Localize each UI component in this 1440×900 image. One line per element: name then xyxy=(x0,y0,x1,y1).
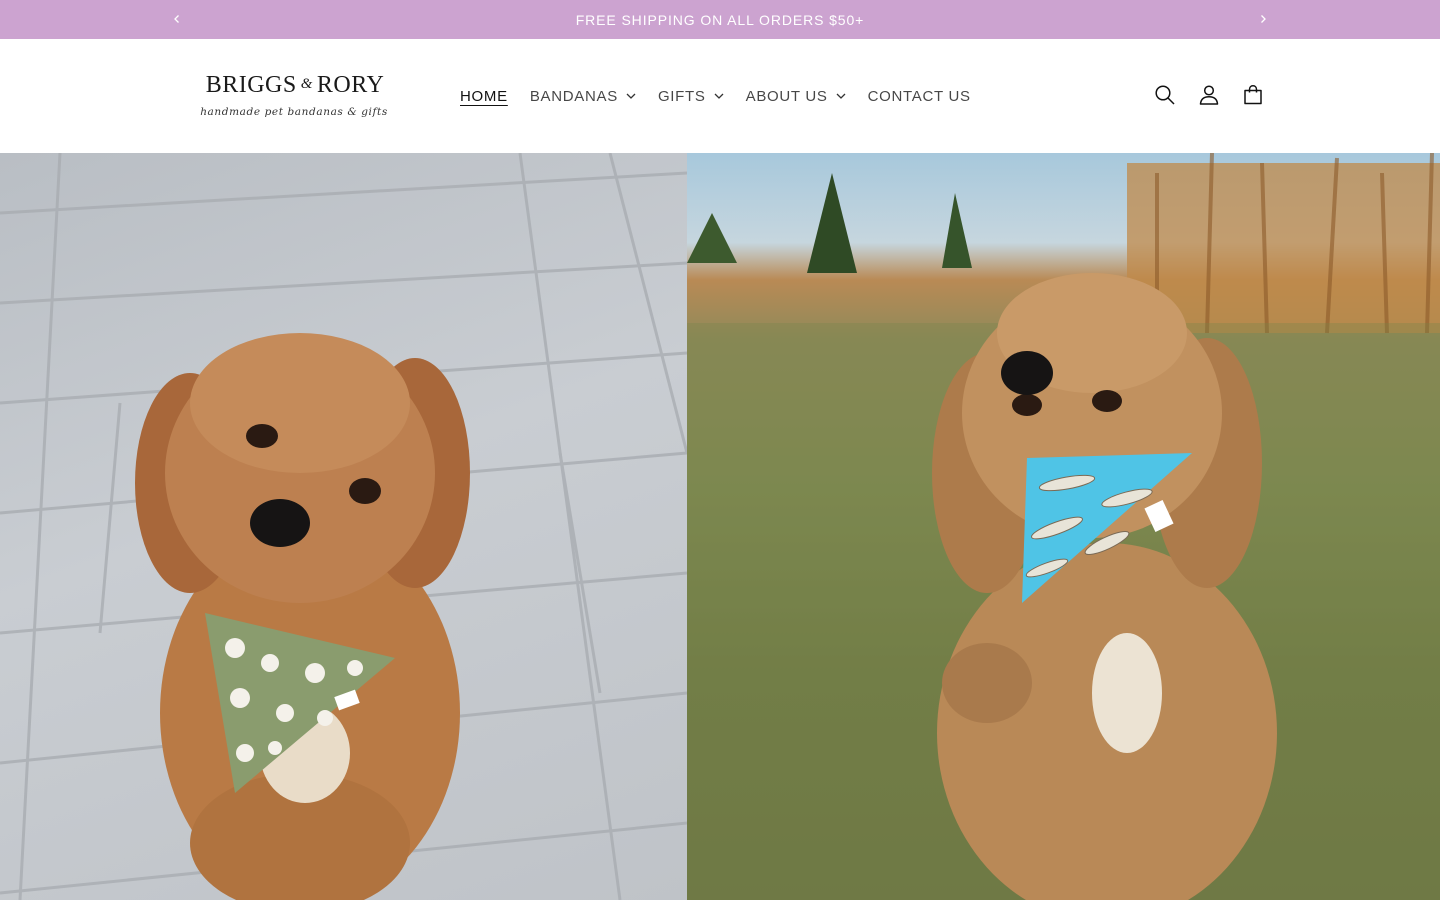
chevron-down-icon xyxy=(836,93,846,99)
search-icon xyxy=(1155,85,1175,105)
cart-icon xyxy=(1244,85,1262,105)
hero-image-right[interactable] xyxy=(687,153,1440,900)
nav-item-home[interactable]: HOME xyxy=(449,81,519,111)
logo-wordmark: BRIGGS & RORY xyxy=(200,72,390,99)
main-nav: HOME BANDANAS GIFTS ABOUT US CONTACT US xyxy=(449,81,982,111)
nav-item-about-us[interactable]: ABOUT US xyxy=(735,81,857,111)
cart-button[interactable] xyxy=(1231,73,1275,117)
announcement-bar: FREE SHIPPING ON ALL ORDERS $50+ xyxy=(0,0,1440,39)
nav-item-label: BANDANAS xyxy=(529,87,618,105)
nav-item-label: ABOUT US xyxy=(745,87,828,105)
hero-image-left[interactable] xyxy=(0,153,687,900)
chevron-down-icon xyxy=(626,93,636,99)
search-button[interactable] xyxy=(1143,73,1187,117)
chevron-down-icon xyxy=(714,93,724,99)
chevron-left-icon xyxy=(174,15,179,23)
nav-item-label: HOME xyxy=(460,87,508,105)
announcement-next-button[interactable] xyxy=(1253,9,1273,29)
logo-ampersand: & xyxy=(300,76,313,92)
nav-item-contact-us[interactable]: CONTACT US xyxy=(857,81,982,111)
logo[interactable]: BRIGGS & RORY handmade pet bandanas & gift… xyxy=(196,70,392,126)
header-icons xyxy=(1143,73,1275,117)
logo-name-right: RORY xyxy=(316,72,385,98)
chevron-right-icon xyxy=(1261,15,1266,23)
account-button[interactable] xyxy=(1187,73,1231,117)
logo-tagline: handmade pet bandanas & gifts xyxy=(200,106,388,118)
announcement-text: FREE SHIPPING ON ALL ORDERS $50+ xyxy=(575,11,865,28)
hero-banner xyxy=(0,153,1440,900)
announcement-prev-button[interactable] xyxy=(167,9,187,29)
nav-item-bandanas[interactable]: BANDANAS xyxy=(519,81,647,111)
nav-item-label: GIFTS xyxy=(657,87,706,105)
nav-item-gifts[interactable]: GIFTS xyxy=(647,81,735,111)
site-header: BRIGGS & RORY handmade pet bandanas & gift… xyxy=(0,39,1440,153)
dog-illustration-left xyxy=(0,153,687,900)
logo-name-left: BRIGGS xyxy=(205,72,297,98)
dog-illustration-right xyxy=(687,153,1440,900)
nav-item-label: CONTACT US xyxy=(867,87,971,105)
account-icon xyxy=(1199,85,1219,105)
